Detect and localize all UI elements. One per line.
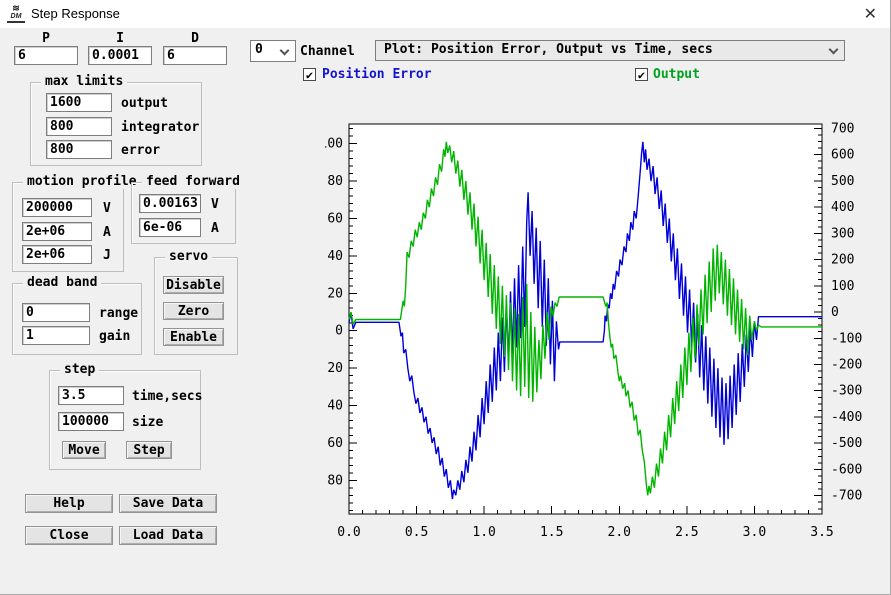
close-button[interactable]: Close (25, 526, 113, 545)
position-error-checkbox[interactable]: ✔ (303, 68, 316, 81)
servo-title: servo (165, 249, 212, 264)
load-data-button[interactable]: Load Data (119, 526, 217, 545)
svg-text:40: 40 (327, 249, 343, 264)
velocity-input[interactable] (22, 198, 92, 217)
svg-text:-20: -20 (325, 361, 343, 376)
plot-select[interactable]: Plot: Position Error, Output vs Time, se… (375, 40, 845, 61)
ff-acceleration-label: A (211, 221, 219, 236)
max-integrator-label: integrator (121, 120, 199, 135)
p-input[interactable] (14, 46, 78, 65)
svg-text:300: 300 (831, 226, 854, 241)
window-title: Step Response (31, 6, 120, 21)
ff-acceleration-input[interactable] (139, 218, 201, 237)
step-response-plot: 100806040200-20-40-60-807006005004003002… (325, 100, 875, 560)
max-output-label: output (121, 96, 168, 111)
svg-text:-40: -40 (325, 399, 343, 414)
motion-profile-title: motion profile (23, 174, 141, 189)
move-button[interactable]: Move (62, 441, 106, 459)
svg-text:700: 700 (831, 121, 854, 136)
d-label: D (163, 31, 227, 46)
svg-text:-600: -600 (831, 462, 862, 477)
step-size-input[interactable] (58, 412, 124, 431)
svg-text:200: 200 (831, 253, 854, 268)
svg-text:0: 0 (831, 305, 839, 320)
channel-value: 0 (255, 42, 263, 57)
d-input[interactable] (163, 46, 227, 65)
max-limits-title: max limits (41, 74, 127, 89)
svg-text:100: 100 (325, 137, 343, 152)
i-label: I (88, 31, 152, 46)
zero-button[interactable]: Zero (163, 302, 224, 320)
plot-select-value: Plot: Position Error, Output vs Time, se… (384, 42, 713, 57)
svg-text:20: 20 (327, 286, 343, 301)
svg-text:600: 600 (831, 148, 854, 163)
max-integrator-input[interactable] (46, 117, 112, 136)
range-input[interactable] (22, 303, 90, 322)
svg-text:-100: -100 (831, 331, 862, 346)
svg-text:80: 80 (327, 174, 343, 189)
p-label: P (14, 31, 78, 46)
ff-velocity-label: V (211, 197, 219, 212)
channel-select[interactable]: 0 (250, 40, 296, 62)
step-size-label: size (132, 415, 163, 430)
app-icon: DM (7, 5, 25, 23)
svg-text:1.5: 1.5 (540, 525, 563, 540)
i-input[interactable] (88, 46, 152, 65)
enable-button[interactable]: Enable (163, 328, 224, 346)
svg-text:2.0: 2.0 (608, 525, 631, 540)
svg-text:-200: -200 (831, 358, 862, 373)
ff-velocity-input[interactable] (139, 194, 201, 213)
svg-text:-300: -300 (831, 384, 862, 399)
svg-text:3.0: 3.0 (743, 525, 766, 540)
jerk-label: J (103, 248, 111, 263)
acceleration-input[interactable] (22, 222, 92, 241)
step-time-input[interactable] (58, 386, 124, 405)
save-data-button[interactable]: Save Data (119, 494, 217, 513)
chevron-down-icon (829, 45, 839, 55)
chevron-down-icon (280, 46, 290, 56)
range-label: range (99, 306, 138, 321)
jerk-input[interactable] (22, 245, 92, 264)
gain-label: gain (99, 329, 130, 344)
svg-text:-80: -80 (325, 473, 343, 488)
svg-text:-60: -60 (325, 436, 343, 451)
svg-text:400: 400 (831, 200, 854, 215)
svg-text:-700: -700 (831, 489, 862, 504)
gain-input[interactable] (22, 326, 90, 345)
svg-text:1.0: 1.0 (472, 525, 495, 540)
help-button[interactable]: Help (25, 494, 113, 513)
step-time-label: time,secs (132, 389, 202, 404)
svg-text:3.5: 3.5 (810, 525, 833, 540)
step-button[interactable]: Step (126, 441, 172, 459)
step-title: step (60, 362, 99, 377)
svg-text:100: 100 (831, 279, 854, 294)
position-error-label: Position Error (322, 67, 432, 82)
svg-text:0.0: 0.0 (337, 525, 360, 540)
svg-text:500: 500 (831, 174, 854, 189)
dead-band-title: dead band (23, 275, 101, 290)
channel-label: Channel (300, 44, 355, 59)
max-output-input[interactable] (46, 93, 112, 112)
velocity-label: V (103, 201, 111, 216)
svg-text:2.5: 2.5 (675, 525, 698, 540)
svg-text:-500: -500 (831, 436, 862, 451)
max-error-input[interactable] (46, 140, 112, 159)
svg-text:-400: -400 (831, 410, 862, 425)
max-error-label: error (121, 143, 160, 158)
svg-text:60: 60 (327, 211, 343, 226)
output-checkbox[interactable]: ✔ (635, 68, 648, 81)
step-response-window: DM Step Response ✕ P I D 0 Channel Plot:… (0, 0, 891, 595)
acceleration-label: A (103, 225, 111, 240)
close-icon[interactable]: ✕ (864, 4, 877, 24)
svg-text:0: 0 (335, 324, 343, 339)
svg-text:0.5: 0.5 (405, 525, 428, 540)
title-bar: DM Step Response ✕ (0, 0, 891, 28)
disable-button[interactable]: Disable (163, 276, 224, 294)
output-label: Output (653, 67, 700, 82)
feed-forward-title: feed forward (142, 174, 244, 189)
